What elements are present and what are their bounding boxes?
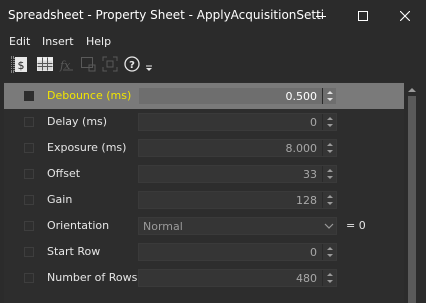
start-row-value-field[interactable]: 0 (138, 243, 337, 261)
property-label: Start Row (47, 245, 101, 258)
scroll-up-icon[interactable] (405, 84, 419, 96)
property-value: 128 (296, 194, 317, 207)
property-value: 0 (310, 116, 317, 129)
exposure-value-field[interactable]: 8.000 (138, 139, 337, 157)
spin-buttons[interactable] (322, 88, 336, 104)
property-value: 0.500 (285, 90, 318, 103)
spin-arrows-icon (327, 117, 333, 127)
menu-edit[interactable]: Edit (9, 35, 30, 48)
property-grid: Debounce (ms) 0.500 Delay (ms) 0 Exposur… (4, 82, 404, 303)
property-checkbox[interactable] (24, 91, 34, 101)
menu-insert[interactable]: Insert (42, 35, 74, 48)
spin-buttons[interactable] (322, 166, 336, 182)
property-label: Orientation (47, 219, 110, 232)
property-value: 8.000 (285, 142, 318, 155)
maximize-icon (358, 11, 368, 21)
property-checkbox[interactable] (24, 143, 34, 153)
debounce-value-field[interactable]: 0.500 (138, 87, 337, 105)
property-checkbox[interactable] (24, 273, 34, 283)
property-checkbox[interactable] (24, 169, 34, 179)
property-label: Delay (ms) (47, 115, 108, 128)
gain-value-field[interactable]: 128 (138, 191, 337, 209)
expression-icon[interactable]: fx (59, 56, 75, 72)
spin-arrows-icon (327, 195, 333, 205)
dropdown-toggle[interactable] (322, 218, 336, 234)
toolbar: $ fx ? (0, 51, 426, 78)
property-checkbox[interactable] (24, 247, 34, 257)
minimize-button[interactable] (300, 0, 342, 32)
property-value: 0 (310, 246, 317, 259)
property-label: Exposure (ms) (47, 141, 127, 154)
spin-arrows-icon (327, 273, 333, 283)
maximize-button[interactable] (342, 0, 384, 32)
spin-arrows-icon (327, 247, 333, 257)
spin-buttons[interactable] (322, 244, 336, 260)
menu-bar: Edit Insert Help (0, 32, 426, 51)
minimize-icon (316, 16, 326, 17)
orientation-enum-value: = 0 (346, 219, 366, 232)
property-label: Debounce (ms) (47, 89, 132, 102)
property-row-gain[interactable]: Gain 128 (4, 187, 404, 213)
property-checkbox[interactable] (24, 195, 34, 205)
property-value: 480 (296, 272, 317, 285)
fit-region-icon[interactable] (102, 56, 118, 72)
property-checkbox[interactable] (24, 117, 34, 127)
capture-region-icon[interactable] (80, 56, 96, 72)
menu-help[interactable]: Help (86, 35, 111, 48)
property-label: Number of Rows (47, 271, 138, 284)
property-row-delay[interactable]: Delay (ms) 0 (4, 109, 404, 135)
spin-arrows-icon (327, 91, 333, 101)
spin-buttons[interactable] (322, 114, 336, 130)
vertical-scrollbar[interactable] (405, 82, 419, 303)
svg-text:?: ? (129, 60, 135, 71)
property-row-debounce[interactable]: Debounce (ms) 0.500 (4, 83, 404, 109)
spin-arrows-icon (327, 169, 333, 179)
svg-text:$: $ (18, 59, 25, 72)
delay-value-field[interactable]: 0 (138, 113, 337, 131)
property-checkbox[interactable] (24, 221, 34, 231)
dropdown-selected-value: Normal (143, 220, 183, 233)
offset-value-field[interactable]: 33 (138, 165, 337, 183)
property-row-exposure[interactable]: Exposure (ms) 8.000 (4, 135, 404, 161)
chevron-down-icon (324, 223, 334, 229)
property-value: 33 (303, 168, 317, 181)
spin-buttons[interactable] (322, 192, 336, 208)
property-row-offset[interactable]: Offset 33 (4, 161, 404, 187)
property-row-start-row[interactable]: Start Row 0 (4, 239, 404, 265)
alphabetical-grid-icon[interactable] (37, 56, 53, 72)
property-row-number-of-rows[interactable]: Number of Rows 480 (4, 265, 404, 291)
property-label: Gain (47, 193, 73, 206)
categorized-view-icon[interactable]: $ (11, 56, 27, 73)
spin-buttons[interactable] (322, 270, 336, 286)
overflow-chevron-icon[interactable] (145, 60, 161, 76)
spin-arrows-icon (327, 143, 333, 153)
help-icon[interactable]: ? (124, 56, 140, 72)
property-label: Offset (47, 167, 81, 180)
window-title: Spreadsheet - Property Sheet - ApplyAcqu… (8, 8, 325, 22)
scrollbar-thumb[interactable] (408, 96, 416, 303)
title-bar: Spreadsheet - Property Sheet - ApplyAcqu… (0, 0, 426, 32)
property-row-orientation[interactable]: Orientation Normal = 0 (4, 213, 404, 239)
close-icon (400, 11, 410, 21)
close-button[interactable] (384, 0, 426, 32)
number-of-rows-value-field[interactable]: 480 (138, 269, 337, 287)
spin-buttons[interactable] (322, 140, 336, 156)
orientation-dropdown[interactable]: Normal (138, 217, 337, 235)
